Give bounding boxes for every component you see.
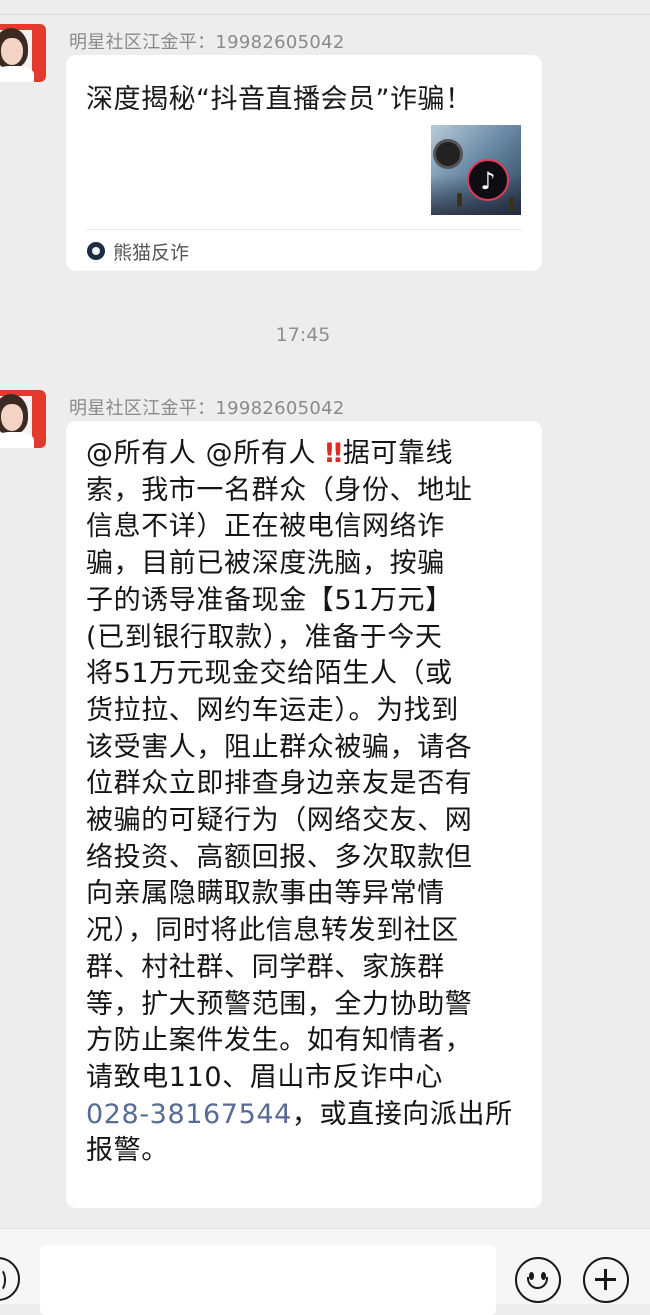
card-thumbnail: ♪ [431, 125, 521, 215]
voice-icon[interactable] [0, 1257, 20, 1301]
card-title: 深度揭秘“抖音直播会员”诈骗！ [86, 84, 473, 115]
emoji-icon[interactable] [515, 1257, 561, 1303]
card-divider [86, 229, 522, 230]
tiktok-logo-icon: ♪ [467, 159, 509, 201]
sender-name: 明星社区江金平：19982605042 [69, 32, 345, 53]
double-exclamation-icon: ‼ [325, 438, 343, 469]
plus-icon[interactable] [583, 1257, 629, 1303]
text-message[interactable]: @所有人 @所有人 ‼据可靠线 索，我市一名群众（身份、地址 信息不详）正在被电… [66, 421, 542, 1208]
message-timestamp: 17:45 [275, 324, 331, 346]
mention-all[interactable]: @所有人 [206, 438, 316, 469]
message-text: @所有人 @所有人 ‼据可靠线 索，我市一名群众（身份、地址 信息不详）正在被电… [86, 436, 531, 1170]
message-body-start: 据可靠线 [342, 438, 454, 469]
input-bar [0, 1228, 650, 1315]
top-divider [0, 14, 650, 15]
panda-logo-icon [87, 242, 105, 260]
sender-avatar[interactable] [0, 390, 46, 448]
link-card-message[interactable]: 深度揭秘“抖音直播会员”诈骗！ ♪ 熊猫反诈 [66, 55, 542, 271]
message-input[interactable] [40, 1245, 496, 1315]
message-body: 索，我市一名群众（身份、地址 信息不详）正在被电信网络诈 骗，目前已被深度洗脑，… [86, 474, 473, 1093]
camera-icon [433, 139, 463, 169]
sender-avatar[interactable] [0, 24, 46, 82]
mention-all[interactable]: @所有人 [86, 438, 196, 469]
card-source: 熊猫反诈 [113, 242, 190, 264]
sender-name: 明星社区江金平：19982605042 [69, 398, 345, 419]
phone-link[interactable]: 028-38167544 [86, 1099, 292, 1130]
